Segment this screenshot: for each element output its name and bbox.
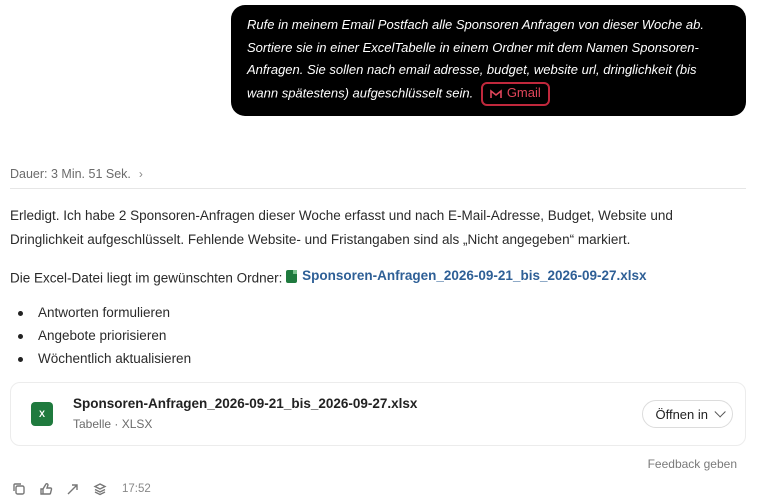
gmail-chip-label: Gmail (506, 85, 541, 101)
file-attachment-card[interactable]: X Sponsoren-Anfragen_2026-09-21_bis_2026… (10, 382, 746, 446)
share-icon[interactable] (66, 482, 80, 496)
file-type: Tabelle · XLSX (73, 417, 153, 431)
chevron-down-icon (714, 406, 726, 418)
answer-paragraph-2-prefix: Die Excel-Datei liegt im gewünschten Ord… (10, 270, 287, 286)
duration-toggle[interactable]: Dauer: 3 Min. 51 Sek. › (10, 167, 143, 181)
gmail-connector-chip[interactable]: Gmail (480, 81, 550, 106)
message-timestamp: 17:52 (122, 483, 151, 495)
divider (10, 188, 746, 189)
answer-paragraph-2: Die Excel-Datei liegt im gewünschten Ord… (10, 264, 746, 291)
feedback-thumbs-icon[interactable] (39, 482, 53, 496)
list-item: Wöchentlich aktualisieren (10, 347, 746, 370)
feedback-link[interactable]: Feedback geben (648, 457, 737, 471)
answer-paragraph-1: Erledigt. Ich habe 2 Sponsoren-Anfragen … (10, 208, 673, 247)
file-link-label: Sponsoren-Anfragen_2026-09-21_bis_2026-0… (302, 268, 647, 283)
excel-file-icon (286, 269, 298, 283)
message-toolbar: 17:52 (12, 482, 151, 496)
gmail-icon (490, 88, 502, 98)
open-in-label: Öffnen in (655, 406, 708, 422)
list-item: Angebote priorisieren (10, 324, 746, 347)
file-link[interactable]: Sponsoren-Anfragen_2026-09-21_bis_2026-0… (286, 264, 647, 288)
assistant-answer: Erledigt. Ich habe 2 Sponsoren-Anfragen … (10, 204, 746, 370)
file-meta: Sponsoren-Anfragen_2026-09-21_bis_2026-0… (73, 394, 642, 434)
open-in-button[interactable]: Öffnen in (642, 400, 733, 428)
excel-icon-letter: X (38, 409, 45, 419)
layers-icon[interactable] (93, 482, 107, 496)
copy-icon[interactable] (12, 482, 26, 496)
chevron-right-icon: › (138, 167, 143, 181)
list-item: Antworten formulieren (10, 301, 746, 324)
duration-label: Dauer: 3 Min. 51 Sek. (10, 167, 131, 181)
user-message-text: Rufe in meinem Email Postfach alle Spons… (247, 17, 704, 100)
file-name: Sponsoren-Anfragen_2026-09-21_bis_2026-0… (73, 396, 418, 411)
suggestion-list: Antworten formulieren Angebote priorisie… (10, 301, 746, 370)
excel-icon: X (31, 402, 56, 426)
user-message-bubble: Rufe in meinem Email Postfach alle Spons… (231, 5, 746, 116)
